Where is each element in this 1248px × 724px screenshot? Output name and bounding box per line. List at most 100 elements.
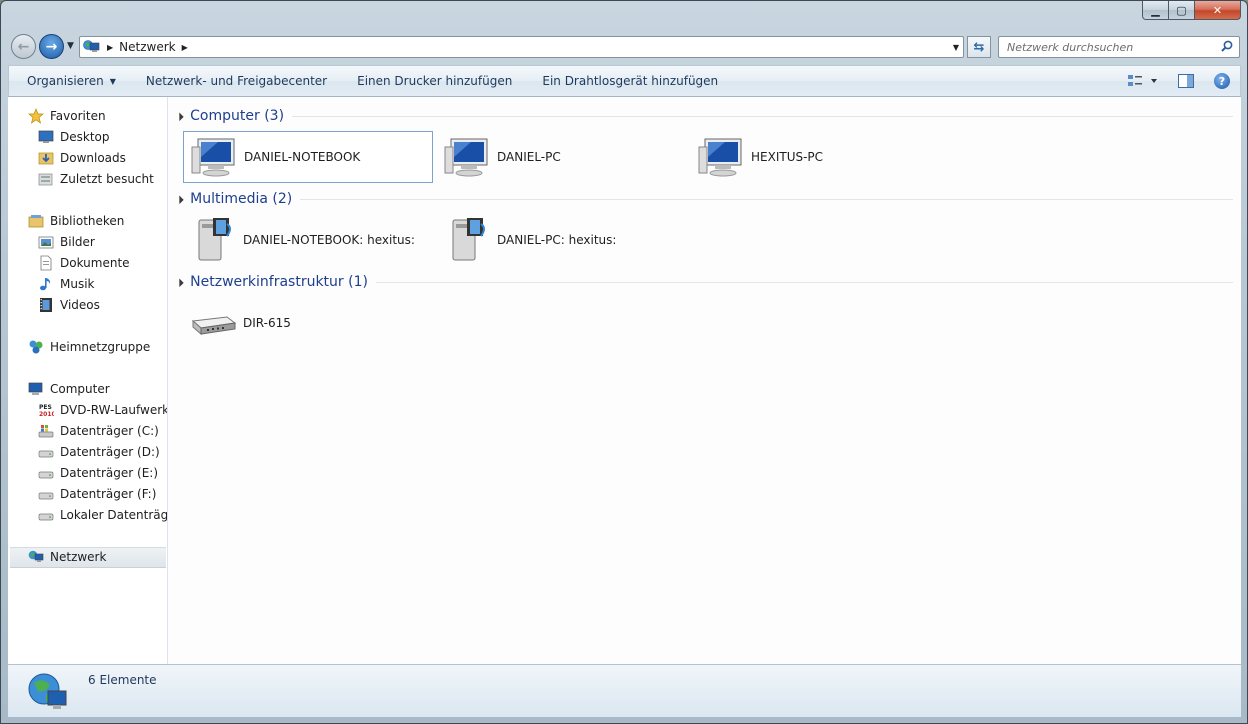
collapse-triangle-icon[interactable]: ◢ <box>174 111 185 122</box>
close-button[interactable]: ✕ <box>1195 1 1241 20</box>
command-bar: Organisieren ▼ Netzwerk- und Freigabecen… <box>8 65 1241 97</box>
group-divider <box>375 281 1233 283</box>
sidebar-label: Desktop <box>60 130 110 144</box>
address-bar[interactable]: ▶ Netzwerk ▶ ▼ <box>79 36 964 58</box>
dvd-drive-icon: PES2010 <box>38 402 56 418</box>
collapse-triangle-icon[interactable]: ◢ <box>174 277 185 288</box>
sidebar-item-music[interactable]: Musik <box>38 274 95 294</box>
tile-label: DANIEL-PC <box>497 150 561 164</box>
tile-label: HEXITUS-PC <box>751 150 824 164</box>
breadcrumb-separator-icon[interactable]: ▶ <box>182 43 188 52</box>
view-list-icon <box>1128 75 1157 86</box>
preview-pane-button[interactable] <box>1168 66 1204 96</box>
change-view-button[interactable] <box>1118 66 1168 96</box>
organize-menu-button[interactable]: Organisieren ▼ <box>9 66 131 96</box>
address-history-dropdown[interactable]: ▼ <box>953 43 959 52</box>
libraries-icon <box>28 213 44 229</box>
media-server-tile[interactable]: DANIEL-NOTEBOOK: hexitus: <box>183 214 433 266</box>
breadcrumb-netzwerk[interactable]: Netzwerk <box>119 40 175 54</box>
music-icon <box>38 276 54 292</box>
computer-icon <box>190 133 238 181</box>
computer-tile[interactable]: DANIEL-PC <box>437 131 687 183</box>
computer-tile[interactable]: HEXITUS-PC <box>691 131 941 183</box>
maximize-button[interactable]: ▢ <box>1169 1 1195 20</box>
sidebar-item-videos[interactable]: Videos <box>38 295 100 315</box>
minimize-button[interactable]: ▁ <box>1142 1 1169 20</box>
sidebar-label: Datenträger (F:) <box>60 487 157 501</box>
add-wireless-button[interactable]: Ein Drahtlosgerät hinzufügen <box>527 66 733 96</box>
sidebar-label: Bibliotheken <box>50 214 125 228</box>
computer-icon <box>443 133 491 181</box>
sidebar-item-local-drive[interactable]: Lokaler Datenträger <box>38 505 167 525</box>
content-pane: ◢ Computer (3) DANIEL-NOTEBOOK DANIEL-PC… <box>168 97 1241 664</box>
sidebar-item-pictures[interactable]: Bilder <box>38 232 95 252</box>
sidebar-label: Computer <box>50 382 110 396</box>
sidebar-item-desktop[interactable]: Desktop <box>38 127 110 147</box>
tile-label: DANIEL-PC: hexitus: <box>497 233 617 247</box>
computer-icon <box>28 381 44 397</box>
hard-drive-icon <box>38 507 54 523</box>
sidebar-item-drive-c[interactable]: Datenträger (C:) <box>38 421 159 441</box>
sidebar-item-recent[interactable]: Zuletzt besucht <box>38 169 154 189</box>
sidebar-label: Bilder <box>60 235 95 249</box>
add-printer-button[interactable]: Einen Drucker hinzufügen <box>342 66 527 96</box>
sidebar-item-network[interactable]: Netzwerk <box>28 547 106 567</box>
group-header-computer[interactable]: ◢ Computer (3) <box>174 106 1233 126</box>
search-icon[interactable] <box>1221 40 1233 52</box>
sidebar-item-dvd-drive[interactable]: PES2010 DVD-RW-Laufwerk ( <box>38 400 167 420</box>
sidebar-label: Zuletzt besucht <box>60 172 154 186</box>
sidebar-label: Datenträger (C:) <box>60 424 159 438</box>
desktop-icon <box>38 129 54 145</box>
group-divider <box>292 115 1233 117</box>
router-icon <box>189 299 237 347</box>
group-title: Computer (3) <box>190 108 285 124</box>
sidebar-item-drive-d[interactable]: Datenträger (D:) <box>38 442 160 462</box>
sidebar-item-drive-f[interactable]: Datenträger (F:) <box>38 484 156 504</box>
network-center-button[interactable]: Netzwerk- und Freigabecenter <box>131 66 342 96</box>
media-server-icon <box>443 216 491 264</box>
breadcrumb-separator-icon[interactable]: ▶ <box>107 43 113 52</box>
computer-tile[interactable]: DANIEL-NOTEBOOK <box>183 131 433 183</box>
item-count: 6 Elemente <box>88 673 157 687</box>
network-icon <box>83 39 101 55</box>
recent-pages-dropdown[interactable]: ▼ <box>67 41 74 51</box>
collapse-triangle-icon[interactable]: ◢ <box>174 194 185 205</box>
svg-text:PES: PES <box>39 404 52 411</box>
sidebar-item-downloads[interactable]: Downloads <box>38 148 126 168</box>
preview-pane-icon <box>1178 74 1194 88</box>
sidebar-label: Musik <box>60 277 95 291</box>
sidebar-item-drive-e[interactable]: Datenträger (E:) <box>38 463 158 483</box>
arrow-right-icon: → <box>45 38 58 55</box>
back-button[interactable]: ← <box>11 34 36 59</box>
organize-label: Organisieren <box>27 74 104 88</box>
computer-icon <box>697 133 745 181</box>
media-server-tile[interactable]: DANIEL-PC: hexitus: <box>437 214 687 266</box>
forward-button[interactable]: → <box>39 34 64 59</box>
system-drive-icon <box>38 423 54 439</box>
sidebar-item-homegroup[interactable]: Heimnetzgruppe <box>28 337 150 357</box>
group-title: Netzwerkinfrastruktur (1) <box>190 274 368 290</box>
group-header-multimedia[interactable]: ◢ Multimedia (2) <box>174 189 1233 209</box>
hard-drive-icon <box>38 444 54 460</box>
help-button[interactable]: ? <box>1204 66 1240 96</box>
sidebar-label: Favoriten <box>50 109 106 123</box>
refresh-icon: ⇆ <box>973 39 985 55</box>
arrow-left-icon: ← <box>17 38 30 55</box>
sidebar-item-computer[interactable]: Computer <box>28 379 110 399</box>
sidebar-label: Dokumente <box>60 256 130 270</box>
group-divider <box>300 198 1233 200</box>
sidebar-item-libraries[interactable]: Bibliotheken <box>28 211 124 231</box>
sidebar-item-documents[interactable]: Dokumente <box>38 253 130 273</box>
chevron-down-icon: ▼ <box>109 76 116 86</box>
navigation-pane: Favoriten Desktop Downloads Zuletzt besu… <box>8 97 168 664</box>
tile-label: DANIEL-NOTEBOOK <box>244 150 361 164</box>
caption-buttons: ▁ ▢ ✕ <box>1142 1 1241 20</box>
refresh-button[interactable]: ⇆ <box>967 36 991 58</box>
group-header-infrastructure[interactable]: ◢ Netzwerkinfrastruktur (1) <box>174 272 1233 292</box>
search-input[interactable] <box>1007 40 1212 54</box>
downloads-folder-icon <box>38 150 54 166</box>
router-tile[interactable]: DIR-615 <box>183 297 433 349</box>
sidebar-item-favorites[interactable]: Favoriten <box>28 106 106 126</box>
sidebar-label: Netzwerk <box>50 550 107 564</box>
videos-icon <box>38 297 54 313</box>
